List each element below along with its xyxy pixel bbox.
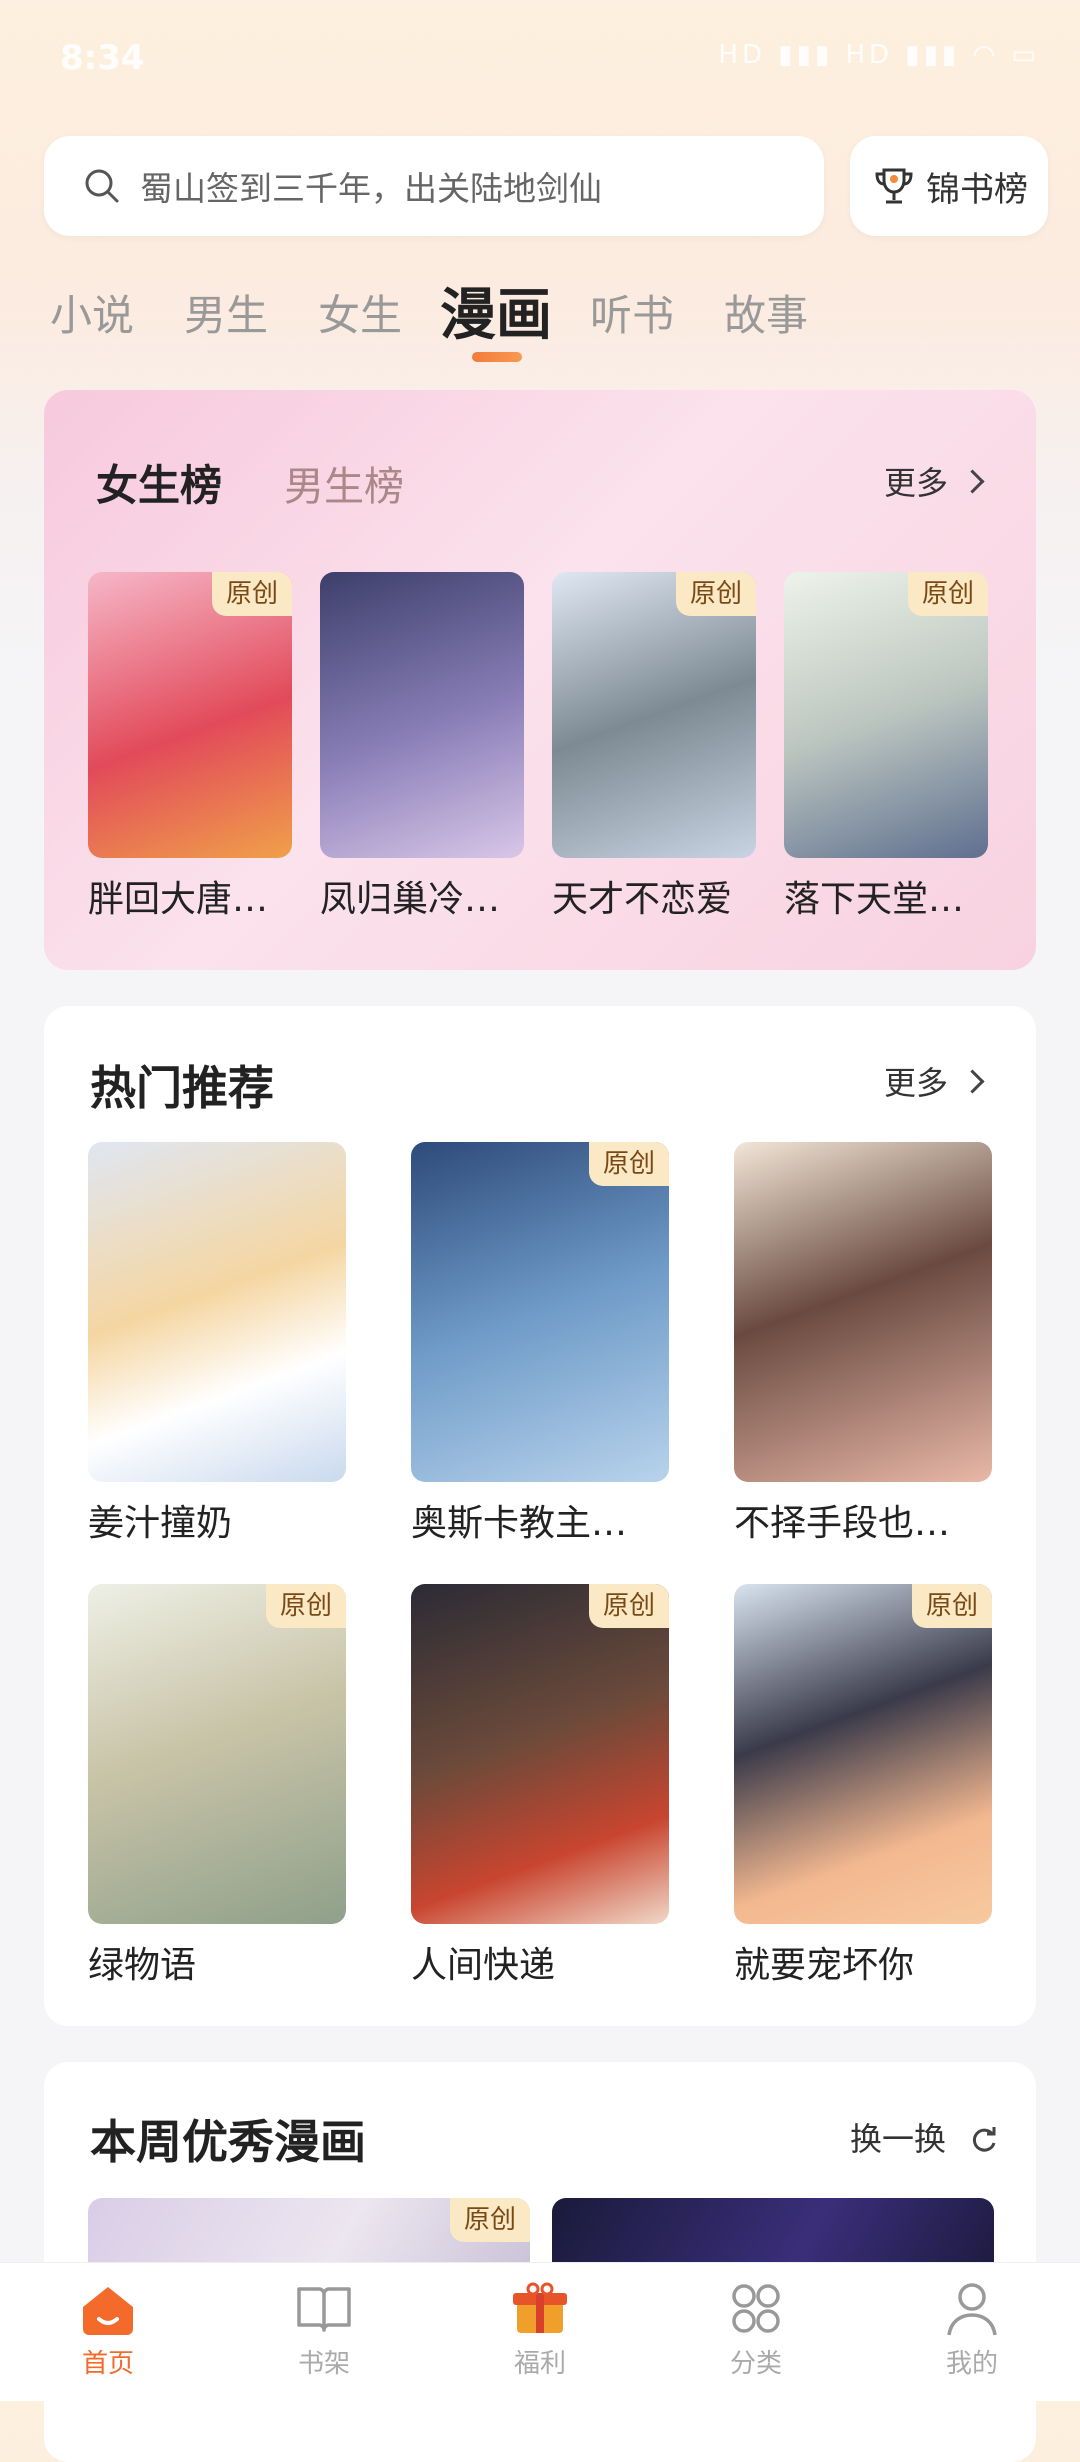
gift-icon xyxy=(513,2282,567,2333)
hot-recommend-card: 热门推荐 更多 姜汁撞奶 原创 奥斯卡教主… 不择手段也… 原创 绿物语 原创 … xyxy=(44,1006,1036,2026)
ranking-cover[interactable]: 原创 xyxy=(784,572,988,858)
nav-welfare[interactable]: 福利 xyxy=(470,2281,610,2380)
trophy-icon xyxy=(875,168,913,204)
ranking-more-link[interactable]: 更多 xyxy=(884,458,985,504)
grid-icon xyxy=(732,2284,780,2333)
refresh-label: 换一换 xyxy=(850,2120,947,2158)
hot-cover[interactable]: 原创 xyxy=(411,1584,669,1924)
tab-audiobook[interactable]: 听书 xyxy=(590,282,674,343)
hot-cover[interactable]: 原创 xyxy=(411,1142,669,1482)
search-placeholder: 蜀山签到三千年，出关陆地剑仙 xyxy=(140,169,602,208)
status-icons: HD ▮▮▮ HD ▮▮▮ ◠ ▭ xyxy=(718,40,1040,70)
ranking-title[interactable]: 天才不恋爱 xyxy=(552,870,762,922)
hot-title[interactable]: 姜汁撞奶 xyxy=(88,1494,358,1546)
ranking-tab-female[interactable]: 女生榜 xyxy=(96,452,222,513)
weekly-section-title: 本周优秀漫画 xyxy=(90,2115,366,2169)
hot-title[interactable]: 绿物语 xyxy=(88,1936,358,1988)
nav-profile[interactable]: 我的 xyxy=(902,2281,1042,2380)
chevron-right-icon xyxy=(960,469,985,494)
nav-welfare-label: 福利 xyxy=(513,2349,566,2379)
original-badge: 原创 xyxy=(589,1584,669,1628)
original-badge: 原创 xyxy=(589,1142,669,1186)
search-icon xyxy=(85,169,119,203)
ranking-card: 女生榜 男生榜 更多 原创 胖回大唐… 凤归巢冷… 原创 天才不恋爱 原创 落下… xyxy=(44,390,1036,970)
nav-profile-label: 我的 xyxy=(945,2349,998,2379)
bottom-nav: 首页 书架 福利 分类 我的 xyxy=(0,2262,1080,2401)
hot-title[interactable]: 不择手段也… xyxy=(734,1494,1004,1546)
book-icon xyxy=(297,2287,351,2332)
hot-more-label: 更多 xyxy=(884,1064,949,1102)
nav-category-label: 分类 xyxy=(729,2349,782,2379)
nav-home-label: 首页 xyxy=(81,2349,134,2379)
original-badge: 原创 xyxy=(266,1584,346,1628)
tab-female[interactable]: 女生 xyxy=(318,282,402,343)
refresh-icon xyxy=(973,2127,996,2152)
ranking-cover[interactable] xyxy=(320,572,524,858)
ranking-title[interactable]: 凤归巢冷… xyxy=(320,870,530,922)
hot-title[interactable]: 就要宠坏你 xyxy=(734,1936,1004,1988)
chevron-right-icon xyxy=(960,1069,985,1094)
hot-title[interactable]: 人间快递 xyxy=(411,1936,681,1988)
status-bar: 8:34 HD ▮▮▮ HD ▮▮▮ ◠ ▭ xyxy=(60,38,1040,88)
original-badge: 原创 xyxy=(450,2198,530,2242)
ranking-cover[interactable]: 原创 xyxy=(552,572,756,858)
original-badge: 原创 xyxy=(212,572,292,616)
user-icon xyxy=(947,2283,997,2336)
home-icon xyxy=(83,2287,133,2335)
rank-button-label: 锦书榜 xyxy=(926,170,1028,210)
hot-cover[interactable]: 原创 xyxy=(734,1584,992,1924)
refresh-link[interactable]: 换一换 xyxy=(850,2114,998,2160)
hot-cover[interactable]: 原创 xyxy=(88,1584,346,1924)
hot-cover[interactable] xyxy=(88,1142,346,1482)
hot-cover[interactable] xyxy=(734,1142,992,1482)
hot-section-title: 热门推荐 xyxy=(90,1061,274,1115)
tab-comics[interactable]: 漫画 xyxy=(440,270,552,351)
tab-story[interactable]: 故事 xyxy=(724,282,808,343)
original-badge: 原创 xyxy=(676,572,756,616)
nav-bookshelf[interactable]: 书架 xyxy=(254,2281,394,2380)
status-time: 8:34 xyxy=(60,38,145,78)
rank-button[interactable]: 锦书榜 xyxy=(850,136,1048,236)
original-badge: 原创 xyxy=(912,1584,992,1628)
ranking-title[interactable]: 落下天堂… xyxy=(784,870,994,922)
ranking-more-label: 更多 xyxy=(884,464,949,502)
original-badge: 原创 xyxy=(908,572,988,616)
tab-novel[interactable]: 小说 xyxy=(50,282,134,343)
active-tab-indicator xyxy=(472,352,522,362)
nav-home[interactable]: 首页 xyxy=(38,2281,178,2380)
ranking-title[interactable]: 胖回大唐… xyxy=(88,870,298,922)
ranking-tab-male[interactable]: 男生榜 xyxy=(284,454,404,512)
ranking-cover[interactable]: 原创 xyxy=(88,572,292,858)
hot-title[interactable]: 奥斯卡教主… xyxy=(411,1494,681,1546)
nav-category[interactable]: 分类 xyxy=(686,2281,826,2380)
search-bar[interactable]: 蜀山签到三千年，出关陆地剑仙 xyxy=(44,136,824,236)
tab-male[interactable]: 男生 xyxy=(184,282,268,343)
nav-bookshelf-label: 书架 xyxy=(297,2349,350,2379)
hot-more-link[interactable]: 更多 xyxy=(884,1058,985,1104)
